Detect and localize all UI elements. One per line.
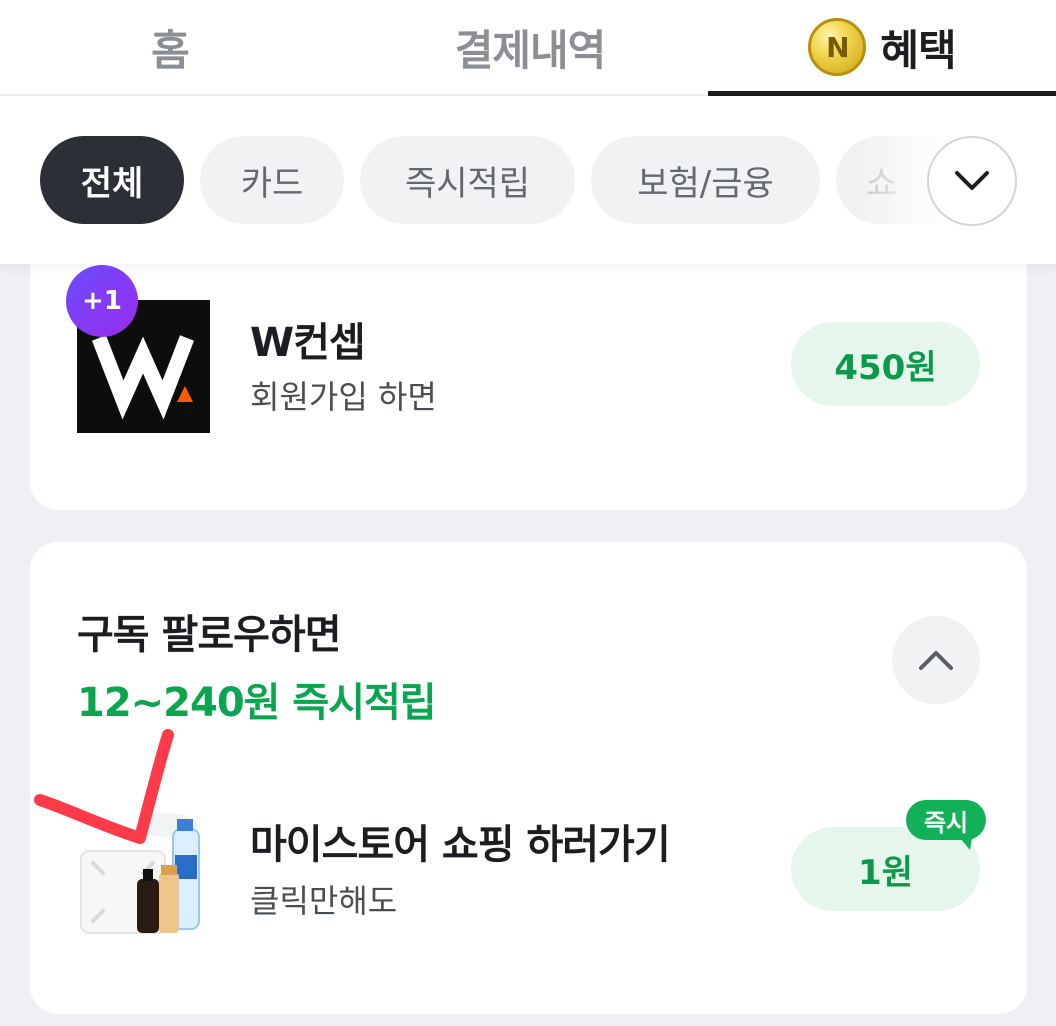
plus-one-badge: +1 [66,265,138,337]
filter-chip-instant[interactable]: 즉시적립 [360,136,575,224]
filter-chip-bar: 전체 카드 즉시적립 보험/금융 쇼 [0,96,1056,264]
section-amount: 12~240원 즉시적립 [77,680,437,726]
coin-letter: N [826,30,849,64]
tab-home-label: 홈 [151,25,190,75]
tab-benefits[interactable]: N 혜택 [708,0,1056,96]
filter-chip-insurance[interactable]: 보험/금융 [591,136,820,224]
item-subtitle: 회원가입 하면 [250,378,437,416]
section-title: 구독 팔로우하면 [77,612,342,658]
expand-filters-button[interactable] [927,136,1017,226]
top-tab-bar: 홈 결제내역 N 혜택 [0,0,1056,96]
chevron-down-icon [955,171,989,190]
instant-badge: 즉시 [906,800,986,850]
filter-chip-card[interactable]: 카드 [200,136,344,224]
item-title: W컨셉 [250,320,366,366]
collapse-section-button[interactable] [892,616,980,704]
tab-payment-history[interactable]: 결제내역 [400,0,660,94]
subscribe-section-card: 구독 팔로우하면 12~240원 즉시적립 마이스토어 쇼핑 하러가기 클릭만해… [30,542,1027,1014]
item-subtitle: 클릭만해도 [250,882,398,920]
filter-chip-all[interactable]: 전체 [40,136,184,224]
chevron-up-icon [919,651,953,670]
mystore-product-image [77,807,212,942]
reward-button[interactable]: 450원 [791,322,980,406]
item-title: 마이스토어 쇼핑 하러가기 [250,822,671,868]
tab-benefits-label: 혜택 [880,25,956,75]
tab-payment-history-label: 결제내역 [454,25,607,75]
tab-home[interactable]: 홈 [70,0,270,94]
npay-coin-icon: N [808,18,867,76]
